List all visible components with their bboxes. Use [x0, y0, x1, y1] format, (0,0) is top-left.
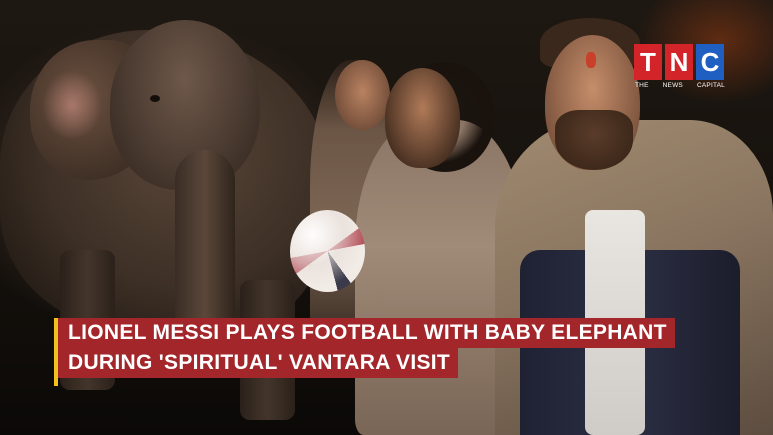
logo-letter-c: C [696, 44, 724, 80]
tilak-mark [586, 52, 596, 68]
headline-line-1: LIONEL MESSI PLAYS FOOTBALL WITH BABY EL… [58, 318, 675, 348]
logo-subtitle-capital: CAPITAL [696, 82, 725, 89]
elephant-ear-marking [42, 70, 102, 140]
headline-line-2: DURING 'SPIRITUAL' VANTARA VISIT [58, 348, 459, 378]
headline-accent-bar [54, 318, 58, 386]
logo-letters: T N C [634, 44, 726, 80]
person-foreground-beard [555, 110, 633, 170]
person-middle-head [385, 68, 460, 168]
tnc-logo: T N C THE NEWS CAPITAL [634, 44, 726, 96]
elephant-eye [150, 95, 160, 102]
logo-subtitle: THE NEWS CAPITAL [634, 82, 726, 89]
logo-letter-t: T [634, 44, 662, 80]
news-photo: T N C THE NEWS CAPITAL LIONEL MESSI PLAY… [0, 0, 773, 435]
person-background-head [335, 60, 390, 130]
logo-subtitle-news: NEWS [662, 82, 683, 89]
headline-caption: LIONEL MESSI PLAYS FOOTBALL WITH BABY EL… [54, 318, 718, 386]
football [290, 210, 365, 292]
logo-subtitle-the: THE [635, 82, 649, 89]
logo-letter-n: N [665, 44, 693, 80]
